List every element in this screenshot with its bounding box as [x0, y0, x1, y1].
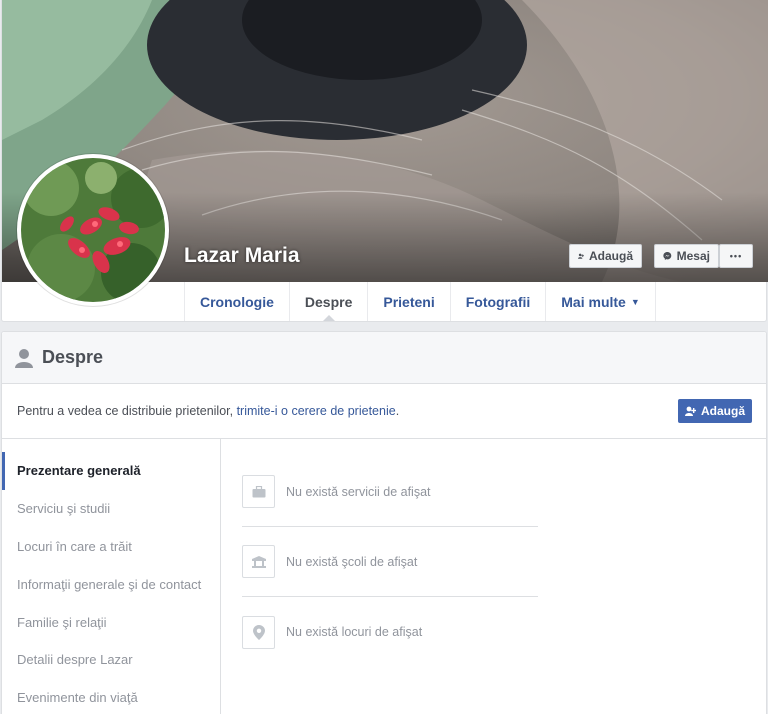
tab-label: Despre [304, 293, 353, 310]
sidebar-item-places-lived[interactable]: Locuri în care a trăit [2, 528, 220, 566]
empty-work-text: Nu există servicii de afişat [286, 484, 431, 499]
notice-prefix: Pentru a vedea ce distribuie prietenilor… [17, 404, 237, 418]
overview-content: Nu există servicii de afişat Nu există ş… [242, 457, 538, 667]
briefcase-icon [242, 475, 275, 508]
tab-about[interactable]: Despre [290, 282, 369, 321]
add-friend-icon [578, 253, 584, 259]
empty-places-text: Nu există locuri de afişat [286, 625, 423, 639]
tab-timeline[interactable]: Cronologie [185, 282, 290, 321]
tab-more[interactable]: Mai multe ▼ [546, 282, 656, 321]
chevron-down-icon: ▼ [630, 296, 640, 307]
add-friend-about-button[interactable]: Adaugă [678, 399, 752, 423]
sidebar-item-work-education[interactable]: Serviciu şi studii [2, 490, 220, 528]
sidebar-item-details[interactable]: Detalii despre Lazar [2, 641, 220, 679]
tab-label: Fotografii [465, 293, 531, 310]
about-sidebar: Prezentare generală Serviciu şi studii L… [2, 439, 221, 714]
school-icon [242, 545, 275, 578]
sidebar-item-contact-info[interactable]: Informaţii generale şi de contact [2, 565, 220, 603]
sidebar-item-overview[interactable]: Prezentare generală [2, 452, 220, 490]
tab-friends[interactable]: Prieteni [368, 282, 451, 321]
empty-school-row: Nu există şcoli de afişat [242, 527, 538, 597]
friend-request-notice: Pentru a vedea ce distribuie prietenilor… [2, 384, 766, 439]
sidebar-item-family[interactable]: Familie şi relaţii [2, 603, 220, 641]
location-pin-icon [242, 615, 275, 649]
flower-photo [21, 158, 165, 302]
more-options-button[interactable]: ••• [719, 244, 753, 268]
add-friend-button[interactable]: Adaugă [569, 244, 642, 268]
profile-name[interactable]: Lazar Maria [184, 244, 300, 268]
profile-picture[interactable] [17, 154, 169, 306]
tab-label: Mai multe [561, 293, 626, 310]
profile-header: Lazar Maria Adaugă Mesaj ••• Cronologie … [1, 0, 768, 322]
person-icon [15, 348, 33, 368]
notice-suffix: . [395, 404, 400, 418]
messenger-icon [663, 252, 672, 260]
empty-places-row: Nu există locuri de afişat [242, 597, 538, 667]
notice-text: Pentru a vedea ce distribuie prietenilor… [17, 404, 399, 418]
tab-label: Prieteni [383, 293, 435, 310]
add-friend-label: Adaugă [588, 249, 633, 263]
tab-label: Cronologie [200, 293, 274, 310]
empty-work-row: Nu există servicii de afişat [242, 457, 538, 527]
send-friend-request-link[interactable]: trimite-i o cerere de prietenie [237, 404, 396, 418]
active-tab-indicator [322, 315, 335, 321]
about-title: Despre [42, 347, 104, 367]
add-friend-icon [684, 406, 696, 416]
add-friend-label: Adaugă [700, 404, 745, 418]
message-label: Mesaj [676, 249, 710, 263]
message-button[interactable]: Mesaj [654, 244, 719, 268]
about-header: Despre [2, 332, 766, 384]
more-dots-icon: ••• [729, 251, 743, 261]
sidebar-item-life-events[interactable]: Evenimente din viaţă [2, 679, 220, 714]
empty-school-text: Nu există şcoli de afişat [286, 554, 418, 569]
about-section: Despre Pentru a vedea ce distribuie prie… [1, 331, 767, 714]
tab-photos[interactable]: Fotografii [451, 282, 547, 321]
profile-nav: Cronologie Despre Prieteni Fotografii Ma… [184, 282, 656, 321]
about-body: Prezentare generală Serviciu şi studii L… [2, 439, 766, 714]
